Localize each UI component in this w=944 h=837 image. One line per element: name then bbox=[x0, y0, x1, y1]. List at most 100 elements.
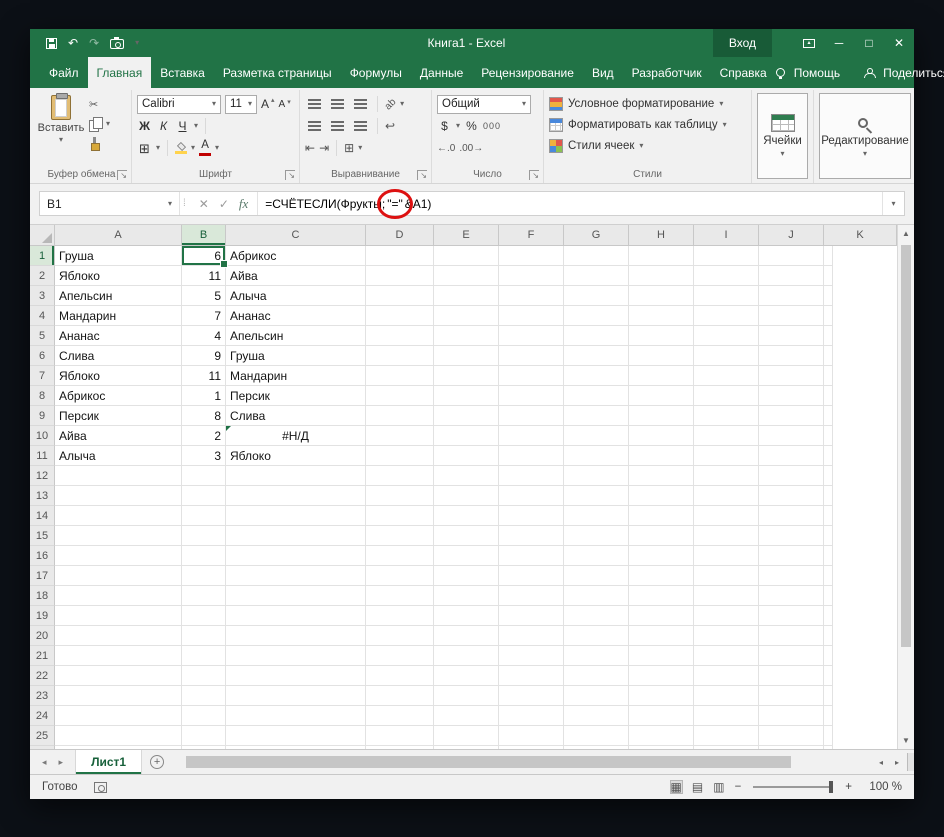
cell-H13[interactable] bbox=[629, 486, 694, 506]
cell-J25[interactable] bbox=[759, 726, 824, 746]
cell-H8[interactable] bbox=[629, 386, 694, 406]
font-dialog-launcher[interactable]: ↘ bbox=[285, 170, 295, 180]
cell-B20[interactable] bbox=[182, 626, 226, 646]
cell-C19[interactable] bbox=[226, 606, 366, 626]
cell-A4[interactable]: Мандарин bbox=[55, 306, 182, 326]
cell-A12[interactable] bbox=[55, 466, 182, 486]
cell-G3[interactable] bbox=[564, 286, 629, 306]
cell-D25[interactable] bbox=[366, 726, 434, 746]
cell-G19[interactable] bbox=[564, 606, 629, 626]
column-header-D[interactable]: D bbox=[366, 225, 434, 245]
cell-D18[interactable] bbox=[366, 586, 434, 606]
cell-I1[interactable] bbox=[694, 246, 759, 266]
cell-G20[interactable] bbox=[564, 626, 629, 646]
cell-E1[interactable] bbox=[434, 246, 499, 266]
cell-E4[interactable] bbox=[434, 306, 499, 326]
alignment-dialog-launcher[interactable]: ↘ bbox=[417, 170, 427, 180]
cell-D17[interactable] bbox=[366, 566, 434, 586]
cell-H9[interactable] bbox=[629, 406, 694, 426]
cell-E8[interactable] bbox=[434, 386, 499, 406]
cell-H18[interactable] bbox=[629, 586, 694, 606]
cell-F17[interactable] bbox=[499, 566, 564, 586]
cell-G5[interactable] bbox=[564, 326, 629, 346]
number-format-dropdown-icon[interactable]: ▾ bbox=[522, 100, 526, 108]
cell-I11[interactable] bbox=[694, 446, 759, 466]
align-top-button[interactable] bbox=[305, 96, 324, 113]
cell-J19[interactable] bbox=[759, 606, 824, 626]
formula-bar-drag-handle[interactable]: ⁞ bbox=[180, 198, 190, 209]
cell-A23[interactable] bbox=[55, 686, 182, 706]
cell-H4[interactable] bbox=[629, 306, 694, 326]
cell-C2[interactable]: Айва bbox=[226, 266, 366, 286]
cell-H7[interactable] bbox=[629, 366, 694, 386]
cell-D20[interactable] bbox=[366, 626, 434, 646]
cell-C25[interactable] bbox=[226, 726, 366, 746]
cell-F4[interactable] bbox=[499, 306, 564, 326]
cell-E23[interactable] bbox=[434, 686, 499, 706]
cell-C18[interactable] bbox=[226, 586, 366, 606]
page-layout-view-icon[interactable]: ▤ bbox=[692, 781, 703, 793]
cell-I17[interactable] bbox=[694, 566, 759, 586]
cell-E18[interactable] bbox=[434, 586, 499, 606]
increase-font-button[interactable]: А▴ bbox=[261, 97, 275, 111]
column-header-A[interactable]: A bbox=[55, 225, 182, 245]
cell-D6[interactable] bbox=[366, 346, 434, 366]
column-header-I[interactable]: I bbox=[694, 225, 759, 245]
currency-format-button[interactable]: $ bbox=[437, 120, 452, 132]
cell-F2[interactable] bbox=[499, 266, 564, 286]
font-size-combo[interactable]: 11 ▾ bbox=[225, 95, 257, 114]
cell-A21[interactable] bbox=[55, 646, 182, 666]
ribbon-tab-8[interactable]: Разработчик bbox=[623, 57, 711, 88]
cell-E2[interactable] bbox=[434, 266, 499, 286]
cell-B7[interactable]: 11 bbox=[182, 366, 226, 386]
cell-D7[interactable] bbox=[366, 366, 434, 386]
cell-E3[interactable] bbox=[434, 286, 499, 306]
cell-D11[interactable] bbox=[366, 446, 434, 466]
cell-B4[interactable]: 7 bbox=[182, 306, 226, 326]
cell-I16[interactable] bbox=[694, 546, 759, 566]
column-header-J[interactable]: J bbox=[759, 225, 824, 245]
cell-H25[interactable] bbox=[629, 726, 694, 746]
font-name-dropdown-icon[interactable]: ▾ bbox=[212, 100, 216, 108]
cell-A22[interactable] bbox=[55, 666, 182, 686]
cell-B11[interactable]: 3 bbox=[182, 446, 226, 466]
cell-K12[interactable] bbox=[824, 466, 833, 486]
cancel-entry-icon[interactable]: ✕ bbox=[199, 197, 209, 211]
cell-H21[interactable] bbox=[629, 646, 694, 666]
row-header-26[interactable]: 26 bbox=[30, 746, 55, 749]
cell-A19[interactable] bbox=[55, 606, 182, 626]
cell-B16[interactable] bbox=[182, 546, 226, 566]
horizontal-scroll-thumb[interactable] bbox=[186, 756, 790, 768]
cell-K7[interactable] bbox=[824, 366, 833, 386]
cell-I3[interactable] bbox=[694, 286, 759, 306]
undo-icon[interactable]: ↶ bbox=[68, 37, 78, 49]
cell-C5[interactable]: Апельсин bbox=[226, 326, 366, 346]
cell-D3[interactable] bbox=[366, 286, 434, 306]
cell-B2[interactable]: 11 bbox=[182, 266, 226, 286]
cell-E20[interactable] bbox=[434, 626, 499, 646]
cell-A7[interactable]: Яблоко bbox=[55, 366, 182, 386]
cell-C14[interactable] bbox=[226, 506, 366, 526]
wrap-text-icon[interactable]: ↩ bbox=[385, 119, 395, 133]
scroll-down-icon[interactable]: ▼ bbox=[898, 732, 914, 749]
row-header-24[interactable]: 24 bbox=[30, 706, 55, 726]
cell-A3[interactable]: Апельсин bbox=[55, 286, 182, 306]
cell-J22[interactable] bbox=[759, 666, 824, 686]
ribbon-tab-3[interactable]: Разметка страницы bbox=[214, 57, 341, 88]
cell-J8[interactable] bbox=[759, 386, 824, 406]
minimize-button[interactable]: ─ bbox=[824, 29, 854, 57]
thousands-separator-button[interactable]: 000 bbox=[483, 121, 501, 131]
cell-I21[interactable] bbox=[694, 646, 759, 666]
column-header-G[interactable]: G bbox=[564, 225, 629, 245]
cell-B5[interactable]: 4 bbox=[182, 326, 226, 346]
add-sheet-button[interactable]: + bbox=[142, 750, 172, 774]
cell-G26[interactable] bbox=[564, 746, 629, 749]
next-sheet-icon[interactable]: ▸ bbox=[59, 757, 64, 768]
cell-B24[interactable] bbox=[182, 706, 226, 726]
cell-A1[interactable]: Груша bbox=[55, 246, 182, 266]
cell-J17[interactable] bbox=[759, 566, 824, 586]
cell-H26[interactable] bbox=[629, 746, 694, 749]
cell-F1[interactable] bbox=[499, 246, 564, 266]
paste-dropdown-icon[interactable]: ▾ bbox=[59, 136, 63, 144]
cell-K25[interactable] bbox=[824, 726, 833, 746]
